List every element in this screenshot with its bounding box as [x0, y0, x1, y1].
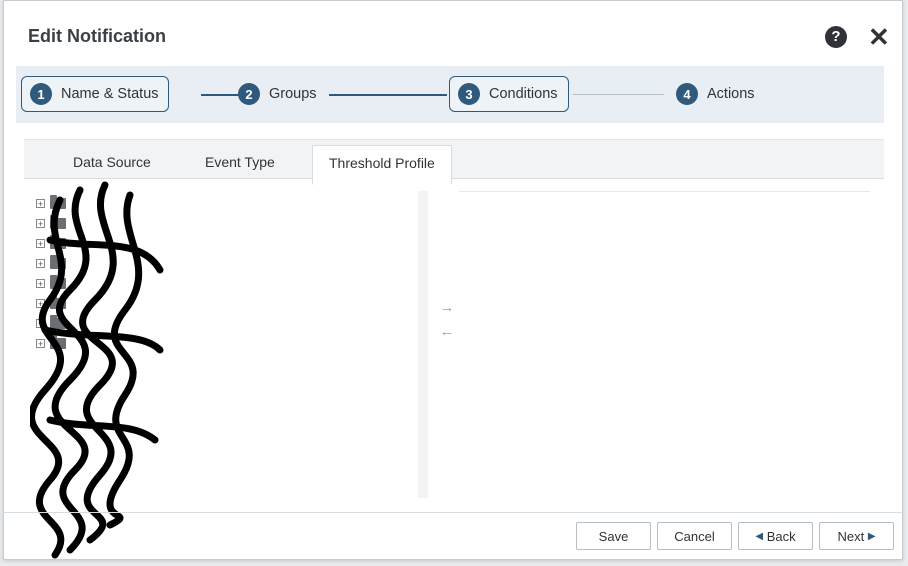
selected-items-panel[interactable] [459, 191, 870, 499]
next-arrow-icon: ▶ [867, 530, 876, 542]
next-label: Next [837, 528, 865, 544]
step-name-status[interactable]: 1 Name & Status [21, 76, 169, 112]
close-icon[interactable]: ✕ [868, 22, 890, 52]
step-conditions[interactable]: 3 Conditions [449, 76, 569, 112]
step-number: 2 [238, 83, 260, 105]
wizard-steps: 1 Name & Status 2 Groups 3 Conditions 4 … [16, 66, 884, 123]
step-label: Conditions [489, 86, 558, 102]
help-icon[interactable]: ? [825, 26, 847, 48]
step-connector [573, 94, 664, 95]
step-number: 4 [676, 83, 698, 105]
step-number: 3 [458, 83, 480, 105]
step-label: Name & Status [61, 86, 159, 102]
next-button[interactable]: Next ▶ [819, 522, 894, 550]
save-button[interactable]: Save [576, 522, 651, 550]
dialog-title: Edit Notification [28, 26, 166, 46]
step-label: Groups [269, 86, 317, 102]
step-actions[interactable]: 4 Actions [668, 76, 763, 112]
tab-data-source[interactable]: Data Source [57, 140, 167, 179]
back-label: Back [766, 528, 796, 544]
step-connector [329, 94, 447, 96]
move-left-icon[interactable]: ← [437, 320, 457, 344]
dialog-footer-divider [3, 512, 903, 513]
tab-threshold-profile[interactable]: Threshold Profile [312, 145, 452, 185]
tab-event-type[interactable]: Event Type [189, 140, 291, 179]
step-label: Actions [707, 86, 755, 102]
back-button[interactable]: ◀ Back [738, 522, 813, 550]
redaction-scribble [30, 181, 164, 559]
condition-tabs: Data Source Event Type Threshold Profile [24, 139, 884, 185]
step-groups[interactable]: 2 Groups [230, 76, 325, 112]
step-number: 1 [30, 83, 52, 105]
move-right-icon[interactable]: → [437, 296, 457, 320]
transfer-controls: → ← [437, 296, 457, 344]
back-arrow-icon: ◀ [755, 530, 764, 542]
cancel-button[interactable]: Cancel [657, 522, 732, 550]
